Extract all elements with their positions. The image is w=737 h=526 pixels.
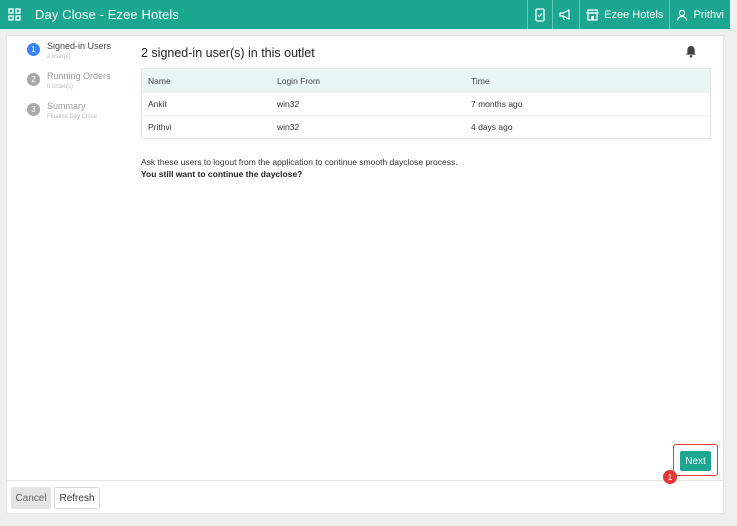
next-button[interactable]: Next <box>680 451 711 471</box>
step-running-orders[interactable]: 2 Running Orders 0 order(s) <box>27 71 127 101</box>
mobile-icon <box>535 7 545 22</box>
announcement-button[interactable] <box>552 0 579 29</box>
table-row: Ankit win32 7 months ago <box>142 92 710 115</box>
step-label: Summary <box>47 101 86 111</box>
outlet-name: Ezee Hotels <box>604 8 664 21</box>
outlet-selector[interactable]: Ezee Hotels <box>579 0 669 29</box>
action-footer: Cancel Refresh <box>7 480 723 514</box>
logout-instruction: Ask these users to logout from the appli… <box>141 157 458 167</box>
step-sublabel: 2 user(s) <box>47 54 71 60</box>
column-header-time: Time <box>471 75 490 86</box>
cell-login-from: win32 <box>277 99 300 109</box>
signed-in-users-table: Name Login From Time Ankit win32 7 month… <box>141 68 711 139</box>
column-header-name: Name <box>148 75 171 86</box>
stepper: 1 Signed-in Users 2 user(s) 2 Running Or… <box>27 41 127 131</box>
app-title: Day Close - Ezee Hotels <box>35 7 179 22</box>
continue-question: You still want to continue the dayclose? <box>141 169 303 179</box>
annotation-marker: 1 <box>663 470 677 484</box>
step-number: 2 <box>27 73 40 86</box>
app-grid-icon[interactable] <box>0 0 28 29</box>
step-label: Signed-in Users <box>47 41 112 51</box>
table-row: Prithvi win32 4 days ago <box>142 115 710 138</box>
step-signed-in-users[interactable]: 1 Signed-in Users 2 user(s) <box>27 41 127 71</box>
day-close-panel: 1 Signed-in Users 2 user(s) 2 Running Or… <box>6 35 724 514</box>
refresh-button[interactable]: Refresh <box>54 487 100 509</box>
column-header-login-from: Login From <box>277 75 320 86</box>
step-label: Running Orders <box>47 71 111 81</box>
megaphone-icon <box>559 9 570 21</box>
cell-time: 7 months ago <box>471 99 523 109</box>
notification-button[interactable] <box>685 45 697 63</box>
cancel-button[interactable]: Cancel <box>11 487 51 509</box>
user-name: Prithvi <box>693 8 724 21</box>
cell-time: 4 days ago <box>471 122 513 132</box>
table-header: Name Login From Time <box>142 69 710 92</box>
bell-icon <box>686 46 696 58</box>
cell-login-from: win32 <box>277 122 300 132</box>
user-menu[interactable]: Prithvi <box>669 0 730 29</box>
step-sublabel: 0 order(s) <box>47 84 74 90</box>
app-header: Day Close - Ezee Hotels Ezee Hotels Prit… <box>0 0 730 29</box>
user-icon <box>677 9 688 21</box>
mobile-device-button[interactable] <box>527 0 552 29</box>
page-title: 2 signed-in user(s) in this outlet <box>141 46 315 60</box>
step-summary[interactable]: 3 Summary Finalize Day Close <box>27 101 127 131</box>
cell-name: Prithvi <box>148 122 172 132</box>
step-number: 3 <box>27 103 40 116</box>
store-icon <box>586 8 599 21</box>
step-sublabel: Finalize Day Close <box>47 114 98 120</box>
cell-name: Ankit <box>148 99 167 109</box>
step-number: 1 <box>27 43 40 56</box>
